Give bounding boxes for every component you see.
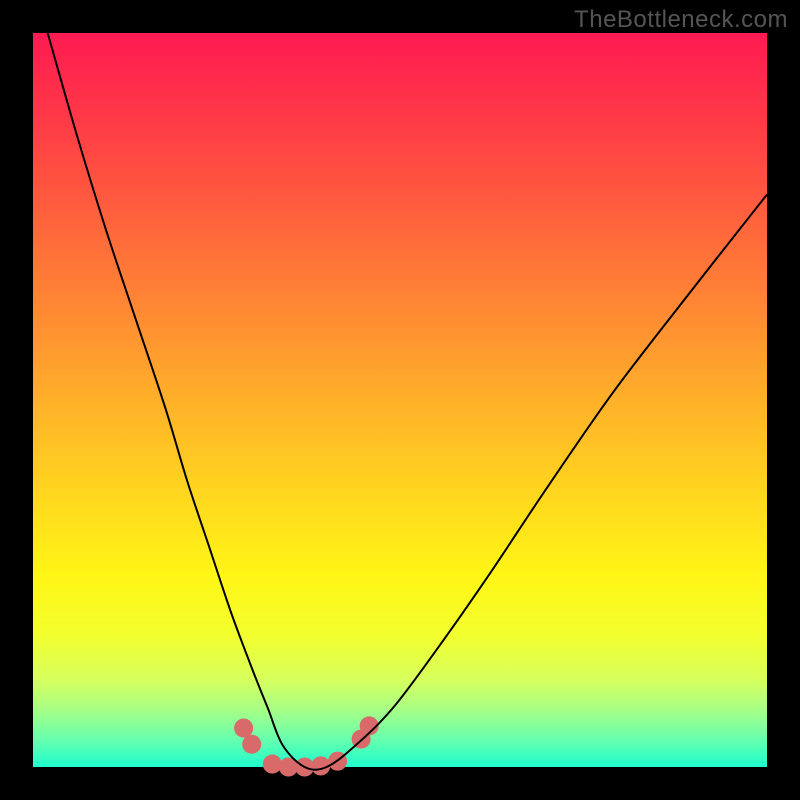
outer-frame: TheBottleneck.com <box>0 0 800 800</box>
chart-svg <box>33 33 767 767</box>
marker-dot <box>242 735 261 754</box>
bottleneck-curve <box>48 33 767 770</box>
marker-dot <box>263 755 282 774</box>
watermark-text: TheBottleneck.com <box>574 6 788 34</box>
plot-area <box>33 33 767 767</box>
marker-dot <box>234 719 253 738</box>
